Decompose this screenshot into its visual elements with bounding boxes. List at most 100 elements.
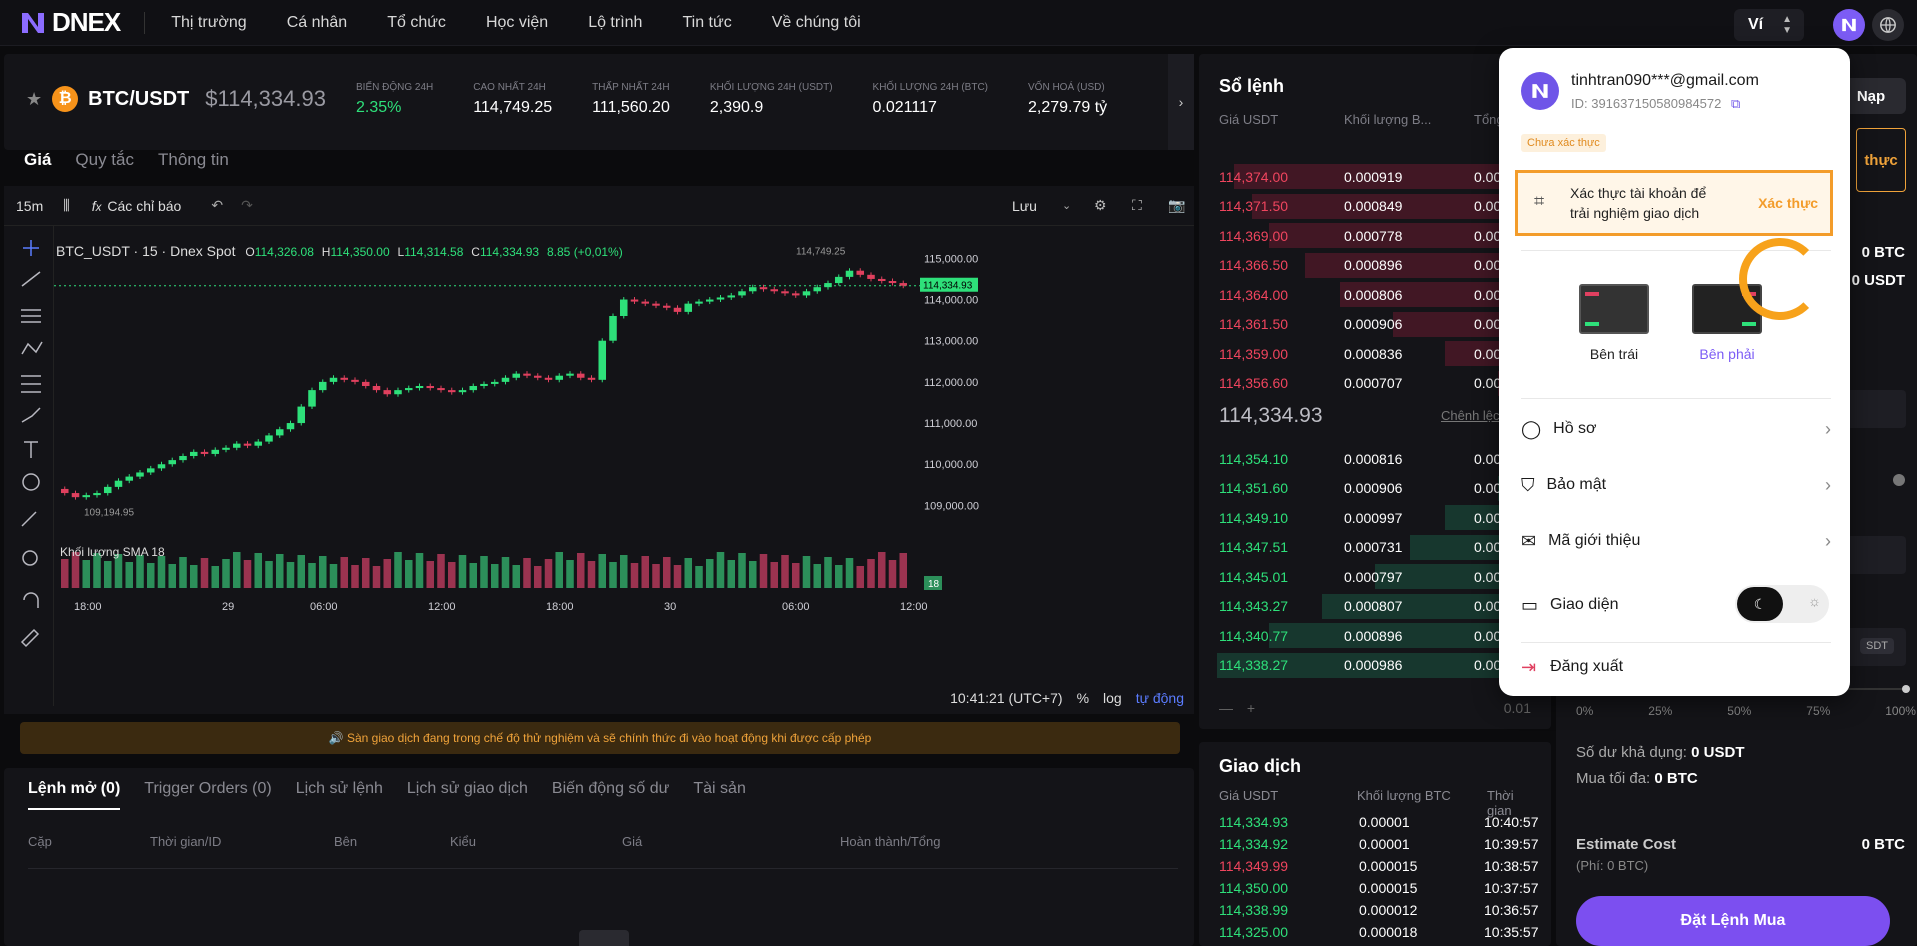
plus-icon[interactable]: + — [1247, 700, 1255, 716]
trade-row: 114,334.92 0.00001 10:39:57 — [1219, 836, 1539, 858]
tab-order-history[interactable]: Lịch sử lệnh — [296, 780, 383, 810]
language-button[interactable] — [1872, 9, 1904, 41]
spread-link[interactable]: Chênh lệc — [1441, 408, 1500, 423]
tab-trade-history[interactable]: Lịch sử giao dịch — [407, 780, 528, 810]
ob-price: 114,361.50 — [1219, 316, 1289, 332]
tab-trigger-orders[interactable]: Trigger Orders (0) — [144, 780, 271, 810]
sun-icon[interactable]: ☼ — [1808, 593, 1821, 609]
verify-button-partial[interactable]: thực — [1856, 128, 1906, 192]
percent-toggle[interactable]: % — [1077, 690, 1089, 706]
candle — [297, 406, 306, 424]
verify-link[interactable]: Xác thực — [1758, 195, 1818, 211]
ob-total: 0.00 — [1474, 657, 1502, 673]
chevron-down-icon[interactable]: ⌄ — [1062, 199, 1071, 212]
volume-bar — [275, 554, 284, 588]
nav-link-academy[interactable]: Học viện — [486, 14, 548, 32]
copy-icon[interactable]: ⧉ — [1731, 96, 1740, 111]
ob-price: 114,351.60 — [1219, 480, 1289, 496]
camera-icon[interactable]: 📷 — [1168, 197, 1185, 214]
candle — [555, 375, 564, 380]
ob-total: 0.00 — [1474, 450, 1502, 467]
settings-icon[interactable]: ⚙ — [1094, 197, 1107, 214]
tab-price[interactable]: Giá — [24, 150, 51, 170]
candle — [834, 276, 843, 284]
dropdown-divider-3 — [1521, 642, 1831, 643]
logout-button[interactable]: ⇥ Đăng xuất — [1521, 652, 1831, 682]
trade-qty: 0.00001 — [1359, 836, 1410, 852]
theme-toggle[interactable]: ☾ ☼ — [1735, 585, 1829, 623]
slider-knob[interactable] — [1902, 685, 1910, 693]
save-layout-button[interactable]: Lưu — [1012, 198, 1037, 214]
ob-qty: 0.000919 — [1344, 168, 1403, 185]
avatar-button[interactable] — [1833, 9, 1865, 41]
nav-link-market[interactable]: Thị trường — [171, 14, 246, 32]
volume-bar — [587, 561, 596, 588]
favorite-star-icon[interactable]: ★ — [26, 89, 42, 110]
candle — [716, 297, 725, 300]
moon-icon[interactable]: ☾ — [1737, 587, 1783, 621]
nav-link-roadmap[interactable]: Lộ trình — [588, 14, 642, 32]
nav-link-personal[interactable]: Cá nhân — [287, 14, 348, 32]
candlestick-plot[interactable]: 115,000.00 114,000.00 113,000.00 112,000.00… — [54, 226, 1194, 666]
ob-total: 0.00 — [1474, 627, 1502, 644]
candle — [340, 377, 349, 380]
indicator-fx-icon[interactable]: fx — [92, 198, 102, 214]
mark-75[interactable]: 75% — [1806, 704, 1830, 718]
indicators-button[interactable]: Các chỉ báo — [107, 198, 181, 214]
candle — [845, 270, 854, 277]
layout-left-option[interactable]: Bên trái — [1579, 284, 1649, 362]
pair-name[interactable]: BTC/USDT — [88, 88, 189, 111]
symbol-name: BTC_USDT · 15 · Dnex Spot — [56, 243, 236, 259]
verify-card[interactable]: ⌗ Xác thực tài khoản để trải nghiệm giao… — [1515, 170, 1833, 236]
mark-50[interactable]: 50% — [1727, 704, 1751, 718]
unverified-badge: Chưa xác thực — [1521, 134, 1606, 152]
ohlc-change: 8.85 (+0,01%) — [547, 245, 623, 259]
price-step[interactable]: 0.01 — [1504, 700, 1531, 716]
menu-security-label: Bảo mật — [1546, 476, 1607, 493]
redo-icon[interactable]: ↷ — [241, 197, 253, 214]
tab-rules[interactable]: Quy tắc — [75, 150, 134, 170]
tab-info[interactable]: Thông tin — [158, 150, 229, 170]
orders-panel: Lệnh mở (0) Trigger Orders (0) Lịch sử l… — [4, 768, 1194, 946]
minus-icon[interactable]: — — [1219, 700, 1233, 716]
log-toggle[interactable]: log — [1103, 690, 1122, 706]
btc-balance: 0 BTC — [1861, 244, 1905, 261]
nav-link-about[interactable]: Về chúng tôi — [772, 14, 861, 32]
candle — [813, 287, 822, 292]
interval-select[interactable]: 15m — [16, 198, 43, 214]
mark-0[interactable]: 0% — [1576, 704, 1593, 718]
candle — [609, 316, 617, 341]
undo-icon[interactable]: ↶ — [211, 197, 223, 214]
profile-id-row: ID: 391637150580984572 ⧉ — [1571, 96, 1740, 112]
available-value: 0 USDT — [1691, 744, 1745, 761]
nav-link-news[interactable]: Tin tức — [682, 14, 731, 32]
mark-100[interactable]: 100% — [1885, 704, 1916, 718]
time-axis-label: 18:00 — [74, 601, 102, 613]
volume-bar — [265, 561, 273, 588]
price-chart[interactable]: 15m ⫼ fx Các chỉ báo ↶ ↷ Lưu ⌄ ⚙ ⛶ 📷 115… — [4, 186, 1194, 714]
candle — [490, 381, 499, 384]
drawing-tools-icons[interactable] — [4, 226, 54, 706]
place-buy-order-button[interactable]: Đặt Lệnh Mua — [1576, 896, 1890, 946]
menu-security[interactable]: ⛉ Bảo mật › — [1521, 470, 1831, 500]
tab-open-orders[interactable]: Lệnh mở (0) — [28, 780, 121, 810]
layout-left-preview-icon — [1579, 284, 1649, 334]
candle-type-icon[interactable]: ⫼ — [63, 197, 69, 214]
avatar-logo-icon — [1842, 18, 1856, 32]
auto-toggle[interactable]: tự động — [1136, 690, 1184, 706]
menu-referral[interactable]: ✉ Mã giới thiệu › — [1521, 526, 1831, 556]
wallet-select[interactable]: Ví ▲ ▼ — [1734, 9, 1804, 41]
fullscreen-icon[interactable]: ⛶ — [1132, 197, 1142, 214]
volume-bar — [297, 555, 306, 588]
nav-link-organization[interactable]: Tổ chức — [387, 14, 446, 32]
mark-25[interactable]: 25% — [1648, 704, 1672, 718]
ob-total: 0.00 — [1474, 286, 1502, 303]
volume-bar — [372, 566, 381, 588]
menu-profile[interactable]: ◯ Hồ sơ › — [1521, 414, 1831, 444]
gift-icon: ✉ — [1521, 530, 1537, 551]
brand-logo[interactable]: DNEX — [20, 7, 121, 38]
stats-next-arrow-icon[interactable]: › — [1168, 54, 1194, 150]
tab-balance-changes[interactable]: Biến động số dư — [552, 780, 669, 810]
dnex-logo-icon — [22, 12, 44, 33]
tab-assets[interactable]: Tài sản — [693, 780, 745, 810]
